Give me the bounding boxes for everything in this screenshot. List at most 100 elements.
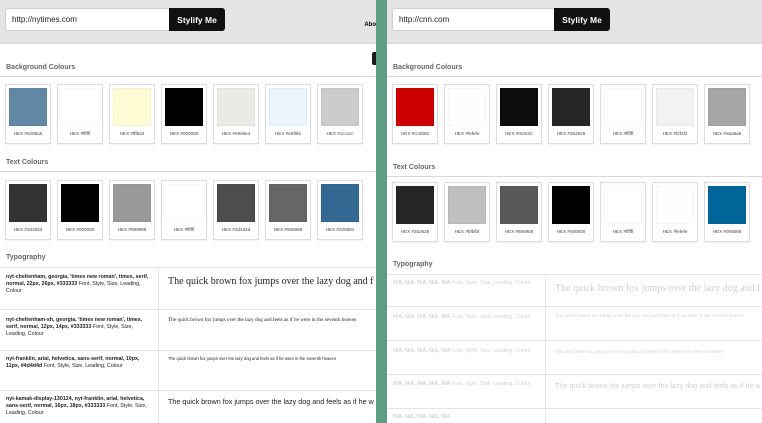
hex-label: HEX #4d4d4d bbox=[221, 227, 251, 232]
color-swatch: HEX #ffffff bbox=[161, 180, 207, 240]
color-swatch: HEX #6288a5 bbox=[5, 84, 51, 144]
font-spec-keys: Font, Style, Size, Leading, Colour bbox=[450, 280, 531, 286]
type-sample: The quick brown fox jumps over the lazy … bbox=[555, 283, 760, 294]
color-chip bbox=[604, 186, 642, 224]
color-chip bbox=[269, 184, 307, 222]
url-input[interactable] bbox=[392, 8, 554, 31]
color-chip bbox=[321, 88, 359, 126]
hex-label: HEX #6288a5 bbox=[13, 131, 43, 136]
divider bbox=[387, 76, 762, 77]
color-swatch: HEX #f2f2f2 bbox=[652, 84, 698, 144]
cnn-results-panel: Stylify Me Background Colours HEX #cc000… bbox=[387, 0, 762, 423]
typography-row: N/A, N/A, N/A, N/A, N/A Font, Style, Siz… bbox=[387, 340, 762, 374]
font-spec: nyt-cheltenham-sh, georgia, 'times new r… bbox=[6, 317, 152, 338]
color-swatch: HEX #cccccc bbox=[317, 84, 363, 144]
type-sample: The quick brown fox jumps over the lazy … bbox=[555, 381, 760, 390]
nytimes-results-panel: Stylify Me Abo Background Colours HEX #6… bbox=[0, 0, 376, 423]
typography-row: nyt-franklin, arial, helvetica, sans-ser… bbox=[0, 350, 376, 390]
color-chip bbox=[165, 88, 203, 126]
color-swatch: HEX #333333 bbox=[5, 180, 51, 240]
divider bbox=[0, 76, 376, 77]
color-chip bbox=[217, 88, 255, 126]
color-swatch: HEX #666666 bbox=[265, 180, 311, 240]
font-spec-keys: Font, Style, Size, Leading, Colour bbox=[450, 348, 531, 354]
font-spec-values: N/A, N/A, N/A, N/A, N/A bbox=[393, 314, 451, 320]
typography-heading: Typography bbox=[6, 254, 46, 261]
color-chip bbox=[396, 186, 434, 224]
column-divider bbox=[158, 268, 159, 309]
color-swatch: HEX #000000 bbox=[161, 84, 207, 144]
typography-row: nyt-kamak-display-130124, nyt-franklin, … bbox=[0, 390, 376, 423]
color-chip bbox=[552, 186, 590, 224]
top-bar: Stylify Me Abo bbox=[0, 0, 376, 44]
hex-label: HEX #666666 bbox=[273, 227, 303, 232]
url-input[interactable] bbox=[5, 8, 169, 31]
background-swatch-row: HEX #6288a5 HEX #ffffff HEX #fffbd4 HEX … bbox=[5, 84, 363, 144]
color-chip bbox=[708, 186, 746, 224]
stylify-me-button[interactable]: Stylify Me bbox=[554, 8, 610, 31]
color-chip bbox=[552, 88, 590, 126]
text-colours-heading: Text Colours bbox=[6, 159, 49, 166]
font-spec: N/A, N/A, N/A, N/A, N/A bbox=[393, 414, 539, 421]
font-spec: nyt-franklin, arial, helvetica, sans-ser… bbox=[6, 356, 152, 370]
type-sample: The quick brown fox jumps over the lazy … bbox=[168, 397, 374, 406]
color-chip bbox=[708, 88, 746, 126]
font-spec: N/A, N/A, N/A, N/A, N/A Font, Style, Siz… bbox=[393, 348, 539, 355]
color-swatch: HEX #0c0c0c bbox=[496, 84, 542, 144]
nav-link-about[interactable]: Abo bbox=[364, 22, 376, 28]
color-swatch: HEX #fefefe bbox=[652, 182, 698, 242]
type-sample: The quick brown fox jumps over the lazy … bbox=[555, 313, 744, 319]
hex-label: HEX #fffbd4 bbox=[119, 131, 145, 136]
color-chip bbox=[165, 184, 203, 222]
font-spec: nyt-cheltenham, georgia, 'times new roma… bbox=[6, 274, 152, 295]
hex-label: HEX #ebf5fe bbox=[274, 131, 302, 136]
divider bbox=[0, 171, 376, 172]
hex-label: HEX #ffffff bbox=[69, 131, 91, 136]
hex-label: HEX #fefefe bbox=[454, 131, 480, 136]
column-divider bbox=[545, 341, 546, 374]
hex-label: HEX #0c0c0c bbox=[505, 131, 533, 136]
color-swatch: HEX #ffffff bbox=[600, 84, 646, 144]
background-colours-heading: Background Colours bbox=[6, 64, 76, 71]
color-chip bbox=[500, 88, 538, 126]
color-swatch: HEX #999999 bbox=[109, 180, 155, 240]
hex-label: HEX #006598 bbox=[712, 229, 742, 234]
color-swatch: HEX #000000 bbox=[548, 182, 594, 242]
font-spec: N/A, N/A, N/A, N/A, N/A Font, Style, Siz… bbox=[393, 381, 539, 388]
color-swatch: HEX #cc0000 bbox=[392, 84, 438, 144]
column-divider bbox=[158, 391, 159, 423]
split-view-divider[interactable] bbox=[376, 0, 387, 423]
typography-row: N/A, N/A, N/A, N/A, N/A Font, Style, Siz… bbox=[387, 274, 762, 306]
color-swatch: HEX #ffffff bbox=[57, 84, 103, 144]
color-chip bbox=[61, 184, 99, 222]
color-chip bbox=[448, 88, 486, 126]
stylify-me-button[interactable]: Stylify Me bbox=[169, 8, 225, 31]
color-chip bbox=[269, 88, 307, 126]
color-chip bbox=[61, 88, 99, 126]
hex-label: HEX #ffffff bbox=[612, 229, 634, 234]
color-chip bbox=[9, 88, 47, 126]
type-sample: The quick brown fox jumps over the lazy … bbox=[168, 317, 357, 323]
color-chip bbox=[113, 88, 151, 126]
font-spec: nyt-kamak-display-130124, nyt-franklin, … bbox=[6, 396, 152, 417]
hex-label: HEX #999999 bbox=[117, 227, 147, 232]
column-divider bbox=[158, 310, 159, 350]
hex-label: HEX #e9ebe4 bbox=[221, 131, 251, 136]
color-swatch: HEX #fefefe bbox=[444, 84, 490, 144]
color-chip bbox=[656, 186, 694, 224]
color-chip bbox=[9, 184, 47, 222]
color-chip bbox=[217, 184, 255, 222]
typography-heading: Typography bbox=[393, 261, 433, 268]
color-chip bbox=[604, 88, 642, 126]
color-chip bbox=[500, 186, 538, 224]
top-bar: Stylify Me bbox=[387, 0, 762, 44]
font-spec-keys: Font, Style, Size, Leading, Colour bbox=[450, 381, 531, 387]
color-chip bbox=[656, 88, 694, 126]
column-divider bbox=[545, 375, 546, 408]
color-chip bbox=[113, 184, 151, 222]
hex-label: HEX #cc0000 bbox=[400, 131, 430, 136]
typography-row: nyt-cheltenham-sh, georgia, 'times new r… bbox=[0, 309, 376, 350]
hex-label: HEX #f2f2f2 bbox=[662, 131, 688, 136]
hex-label: HEX #333333 bbox=[13, 227, 43, 232]
color-swatch: HEX #595959 bbox=[496, 182, 542, 242]
